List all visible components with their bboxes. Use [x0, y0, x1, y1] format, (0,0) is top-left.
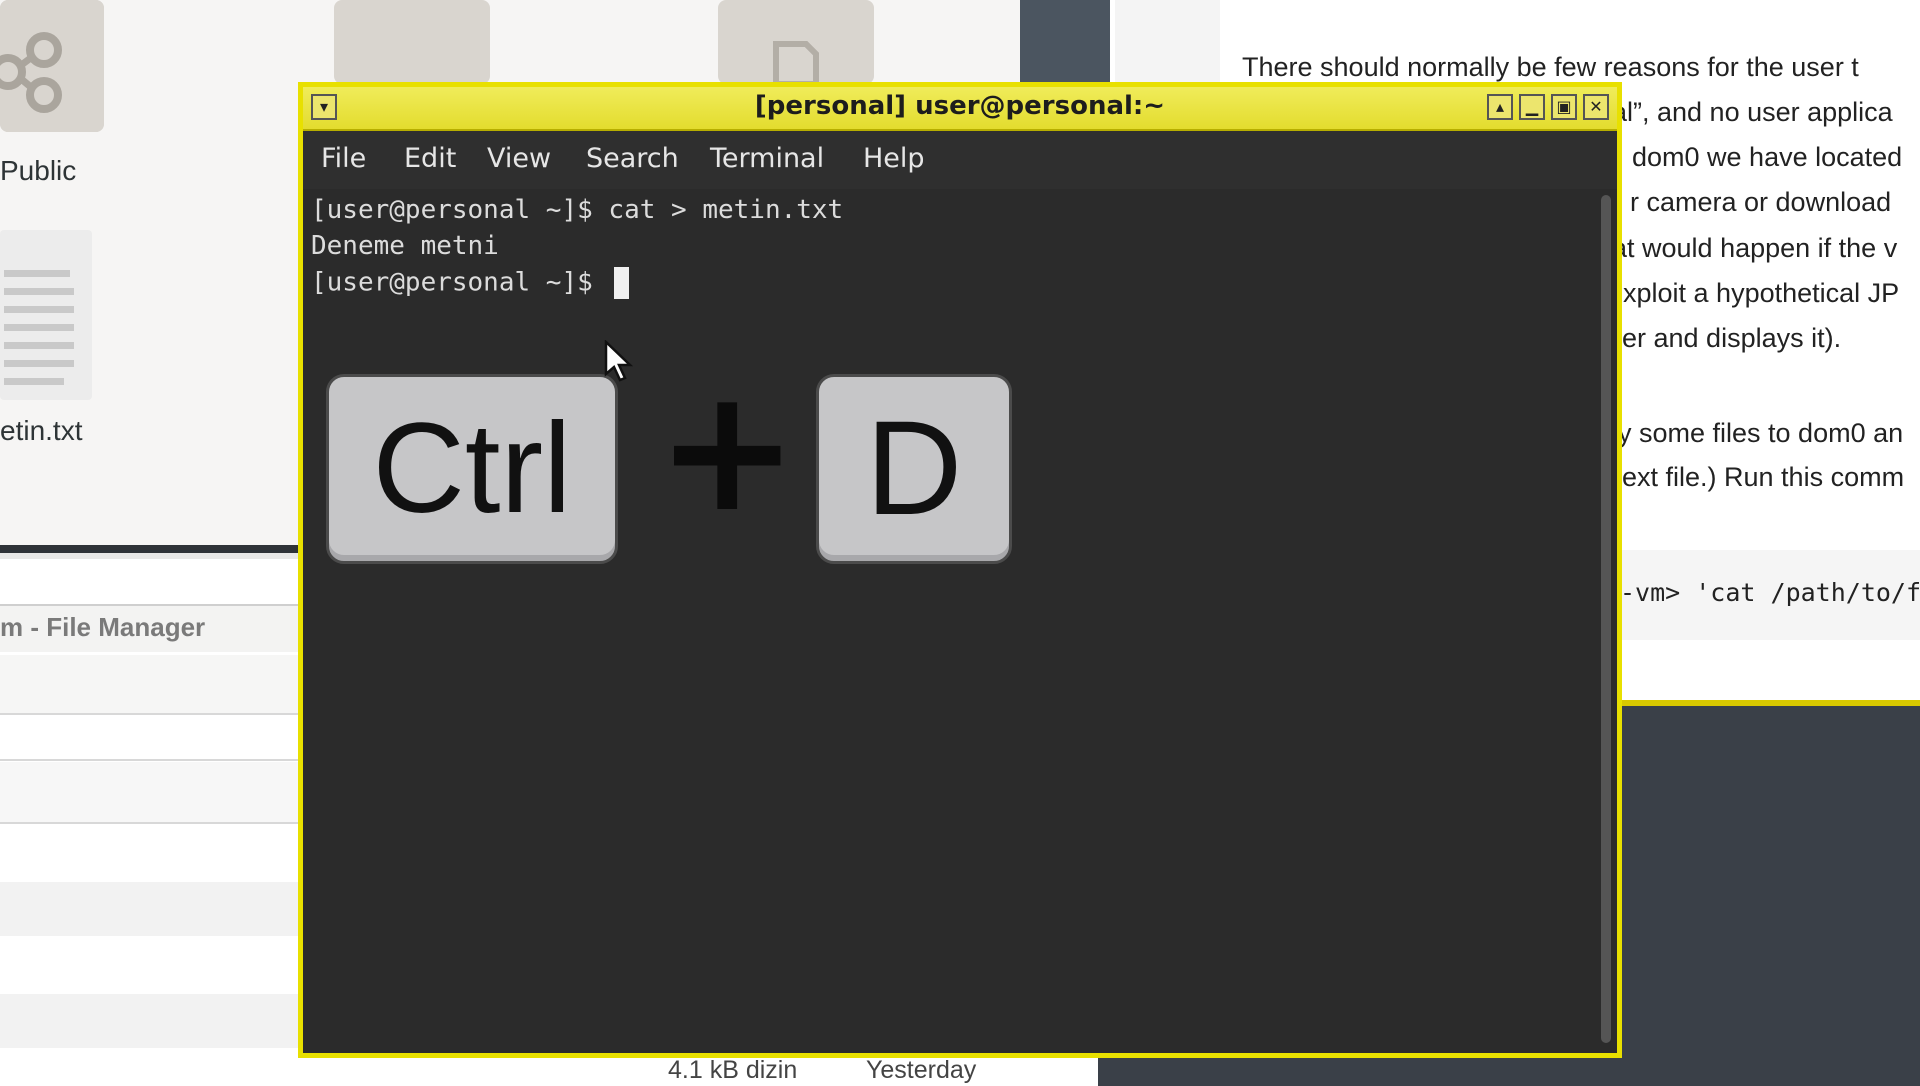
- shade-button[interactable]: ▴: [1487, 94, 1513, 120]
- doc-line-5: at would happen if the v: [1612, 233, 1898, 263]
- terminal-prompt-line: [user@personal ~]$: [311, 267, 630, 299]
- ctrl-key: Ctrl: [326, 374, 618, 564]
- doc-line-2: al”, and no user applica: [1612, 97, 1893, 127]
- terminal-output[interactable]: [user@personal ~]$ cat > metin.txt Denem…: [303, 189, 1617, 1053]
- terminal-prompt: [user@personal ~]$: [311, 267, 609, 298]
- terminal-titlebar[interactable]: ▾ [personal] user@personal:~ ▴ ▁ ▣ ✕: [303, 87, 1617, 131]
- minimize-icon: ▁: [1525, 97, 1539, 116]
- maximize-button[interactable]: ▣: [1551, 94, 1577, 120]
- close-icon: ✕: [1589, 97, 1603, 116]
- file-icon: [773, 41, 819, 87]
- menu-terminal[interactable]: Terminal: [710, 143, 824, 174]
- terminal-window[interactable]: ▾ [personal] user@personal:~ ▴ ▁ ▣ ✕ Fil…: [298, 82, 1622, 1058]
- folder-icon[interactable]: [334, 0, 490, 84]
- file-manager-title: m - File Manager: [0, 612, 206, 642]
- maximize-icon: ▣: [1556, 97, 1572, 116]
- file-size-status: 4.1 kB dizin: [668, 1056, 798, 1084]
- text-file-icon[interactable]: [0, 230, 92, 400]
- terminal-scrollbar[interactable]: [1601, 195, 1611, 1043]
- code-block-text: -vm> 'cat /path/to/f: [1620, 578, 1920, 607]
- public-folder-caption: Public: [0, 155, 77, 186]
- doc-line-3: dom0 we have located: [1632, 142, 1903, 172]
- file-date-status: Yesterday: [866, 1056, 977, 1084]
- close-button[interactable]: ✕: [1583, 94, 1609, 120]
- document-folder-icon[interactable]: [718, 0, 874, 87]
- terminal-menubar: File Edit View Search Terminal Help: [303, 131, 1617, 189]
- doc-line-6: xploit a hypothetical JP: [1623, 278, 1900, 308]
- public-folder-icon[interactable]: [0, 0, 104, 132]
- menu-help[interactable]: Help: [863, 143, 925, 174]
- menu-view[interactable]: View: [487, 143, 551, 174]
- minimize-button[interactable]: ▁: [1519, 94, 1545, 120]
- menu-edit[interactable]: Edit: [404, 143, 456, 174]
- doc-line-1: There should normally be few reasons for…: [1242, 52, 1859, 82]
- share-icon: [0, 0, 104, 132]
- plus-sign: +: [656, 352, 799, 550]
- text-cursor: [614, 267, 630, 299]
- terminal-line-1: [user@personal ~]$ cat > metin.txt: [311, 195, 844, 225]
- menu-file[interactable]: File: [321, 143, 366, 174]
- mouse-pointer-icon: [604, 340, 634, 382]
- doc-line-9: ext file.) Run this comm: [1622, 462, 1905, 492]
- doc-line-4: r camera or download: [1630, 187, 1892, 217]
- doc-line-8: y some files to dom0 an: [1618, 418, 1904, 448]
- terminal-line-2: Deneme metni: [311, 231, 499, 261]
- arrow-up-icon: ▴: [1495, 97, 1505, 116]
- terminal-title: [personal] user@personal:~: [754, 91, 1166, 121]
- d-key: D: [816, 374, 1012, 564]
- menu-search[interactable]: Search: [586, 143, 679, 174]
- text-file-caption: etin.txt: [0, 415, 83, 446]
- doc-line-7: er and displays it).: [1622, 323, 1842, 353]
